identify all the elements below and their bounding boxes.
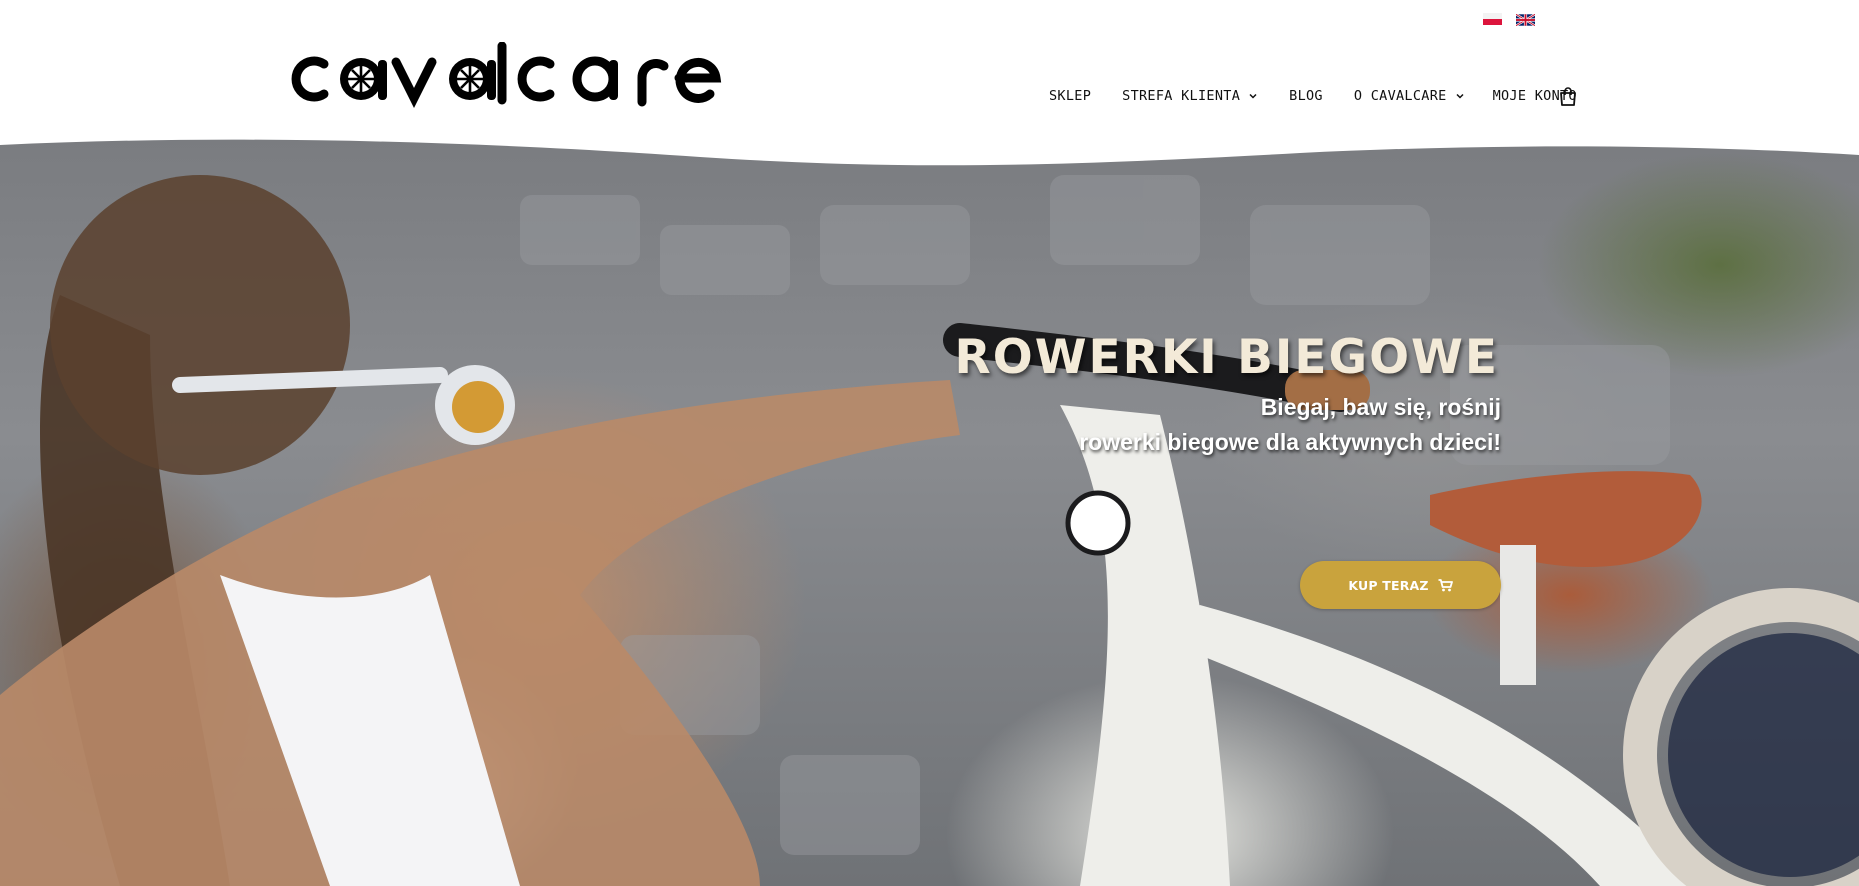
hero-subtitle-line1: Biegaj, baw się, rośnij <box>1260 394 1501 420</box>
nav-item-strefa-klienta[interactable]: STREFA KLIENTA <box>1122 88 1258 104</box>
site-logo[interactable]: cavalcare <box>282 41 742 112</box>
hero-wave-divider <box>0 135 1859 166</box>
hero-photo <box>0 175 1859 886</box>
nav-item-sklep[interactable]: SKLEP <box>1049 88 1091 104</box>
chevron-down-icon <box>1249 93 1257 99</box>
nav-item-blog[interactable]: BLOG <box>1289 88 1323 104</box>
chevron-down-icon <box>1456 93 1464 99</box>
nav-item-label: STREFA KLIENTA <box>1122 88 1241 104</box>
buy-now-label: KUP TERAZ <box>1348 577 1429 593</box>
shopping-bag-icon <box>1560 87 1576 106</box>
lang-en-flag[interactable] <box>1515 13 1536 27</box>
flag-red-stripe <box>1483 19 1502 25</box>
nav-item-label: BLOG <box>1289 88 1323 104</box>
nav-item-label: SKLEP <box>1049 88 1092 104</box>
hero-subtitle-line2: rowerki biegowe dla aktywnych dzieci! <box>1079 429 1501 455</box>
cavalcare-logo: cavalcare <box>282 41 722 109</box>
logo-text: cavalcare <box>282 42 287 43</box>
cart-button[interactable] <box>1559 87 1577 107</box>
uk-flag-icon <box>1515 13 1536 27</box>
shopping-cart-icon <box>1438 578 1453 591</box>
nav-item-o-cavalcare[interactable]: O CAVALCARE <box>1354 88 1465 104</box>
buy-now-button[interactable]: KUP TERAZ <box>1300 561 1501 609</box>
main-nav: SKLEP STREFA KLIENTA BLOG O CAVALCARE MO… <box>1049 88 1577 104</box>
nav-item-label: O CAVALCARE <box>1353 88 1447 104</box>
hero-title: ROWERKI BIEGOWE <box>954 330 1499 385</box>
hero-banner: ROWERKI BIEGOWE Biegaj, baw się, rośnij … <box>0 135 1859 886</box>
lang-pl-flag[interactable] <box>1483 13 1502 25</box>
